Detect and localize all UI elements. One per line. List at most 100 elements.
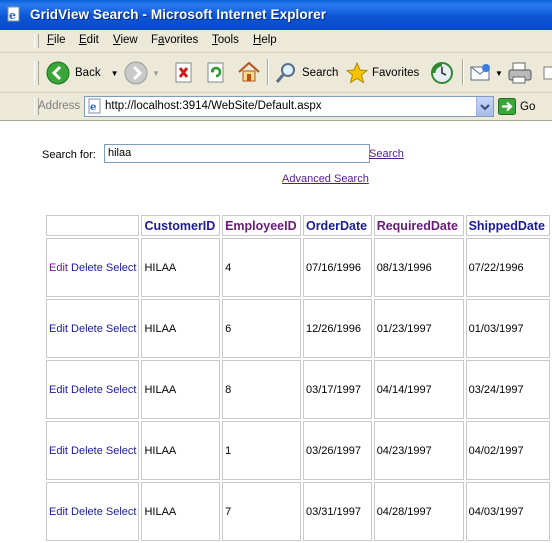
edit-link[interactable]: Edit <box>49 262 68 274</box>
edit-page-button[interactable] <box>543 65 552 81</box>
page-content: Search for: hilaa Search Advanced Search… <box>28 121 552 541</box>
refresh-button[interactable] <box>206 62 227 83</box>
chevron-down-icon <box>480 104 490 111</box>
ie-page-icon: e <box>88 98 101 114</box>
stop-button[interactable] <box>174 62 195 83</box>
employeeid-cell: 8 <box>222 360 301 419</box>
star-icon <box>345 61 369 84</box>
menu-tools[interactable]: Tools <box>212 34 239 46</box>
select-link[interactable]: Select <box>106 323 137 335</box>
menu-grip <box>34 34 39 48</box>
edit-link[interactable]: Edit <box>49 323 68 335</box>
magnifier-icon <box>275 63 295 83</box>
shippeddate-cell: 07/22/1996 <box>465 238 550 297</box>
search-input[interactable]: hilaa <box>104 144 370 163</box>
go-button[interactable]: Go <box>498 98 535 115</box>
orderdate-cell: 12/26/1996 <box>302 299 372 358</box>
delete-link[interactable]: Delete <box>71 262 103 274</box>
search-toolbar-button[interactable]: Search <box>274 61 338 85</box>
employeeid-cell: 7 <box>222 482 301 541</box>
back-arrow-icon <box>46 61 70 85</box>
employeeid-cell: 4 <box>222 238 301 297</box>
select-link[interactable]: Select <box>106 384 137 396</box>
shippeddate-cell: 04/03/1997 <box>465 482 550 541</box>
customerid-cell: HILAA <box>141 360 221 419</box>
select-link[interactable]: Select <box>106 262 137 274</box>
menu-favorites[interactable]: Favorites <box>151 34 198 46</box>
orderdate-cell: 07/16/1996 <box>302 238 372 297</box>
column-header-employeeid[interactable]: EmployeeID <box>222 215 301 236</box>
column-header-customerid[interactable]: CustomerID <box>141 215 221 236</box>
edit-icon <box>543 66 552 80</box>
table-row: Edit Delete Select HILAA 8 03/17/1997 04… <box>46 360 550 419</box>
home-button[interactable] <box>237 60 261 84</box>
delete-link[interactable]: Delete <box>71 445 103 457</box>
title-bar[interactable]: e GridView Search - Microsoft Internet E… <box>0 0 552 30</box>
edit-link[interactable]: Edit <box>49 445 68 457</box>
forward-button[interactable]: ▼ <box>124 61 160 85</box>
forward-arrow-icon <box>124 61 148 85</box>
customerid-cell: HILAA <box>141 421 221 480</box>
orderdate-cell: 03/31/1997 <box>302 482 372 541</box>
orderdate-cell: 03/26/1997 <box>302 421 372 480</box>
stop-icon <box>175 62 192 83</box>
column-header-orderdate[interactable]: OrderDate <box>302 215 372 236</box>
shippeddate-cell: 01/03/1997 <box>465 299 550 358</box>
back-button[interactable]: Back ▼ <box>46 61 119 85</box>
delete-link[interactable]: Delete <box>71 323 103 335</box>
home-icon <box>238 61 260 82</box>
menu-file[interactable]: File <box>47 34 66 46</box>
table-row: Edit Delete Select HILAA 7 03/31/1997 04… <box>46 482 550 541</box>
menu-edit[interactable]: Edit <box>79 34 99 46</box>
toolbar-separator <box>267 59 269 85</box>
print-button[interactable] <box>507 61 533 85</box>
back-dropdown-icon[interactable]: ▼ <box>111 69 119 78</box>
history-icon <box>431 62 453 84</box>
mail-icon <box>470 64 490 81</box>
mail-button[interactable]: ▼ <box>469 62 503 84</box>
shippeddate-cell: 04/02/1997 <box>465 421 550 480</box>
column-header-shippeddate[interactable]: ShippedDate <box>465 215 550 236</box>
menu-view[interactable]: View <box>113 34 138 46</box>
requireddate-cell: 04/23/1997 <box>373 421 464 480</box>
address-input[interactable]: e http://localhost:3914/WebSite/Default.… <box>84 96 494 117</box>
shippeddate-cell: 03/24/1997 <box>465 360 550 419</box>
address-dropdown-button[interactable] <box>476 97 493 116</box>
edit-link[interactable]: Edit <box>49 384 68 396</box>
history-button[interactable] <box>430 61 454 85</box>
row-commands-cell: Edit Delete Select <box>46 421 140 480</box>
employeeid-cell: 1 <box>222 421 301 480</box>
refresh-icon <box>207 62 224 83</box>
ie-page-icon: e <box>7 6 20 22</box>
row-commands-cell: Edit Delete Select <box>46 482 140 541</box>
window-left-edge <box>0 121 28 539</box>
delete-link[interactable]: Delete <box>71 506 103 518</box>
requireddate-cell: 08/13/1996 <box>373 238 464 297</box>
customerid-cell: HILAA <box>141 482 221 541</box>
address-bar: Address e http://localhost:3914/WebSite/… <box>0 93 552 121</box>
customerid-cell: HILAA <box>141 238 221 297</box>
table-row: Edit Delete Select HILAA 4 07/16/1996 08… <box>46 238 550 297</box>
column-header-requireddate[interactable]: RequiredDate <box>373 215 464 236</box>
forward-dropdown-icon: ▼ <box>152 68 160 78</box>
go-arrow-icon <box>498 98 516 115</box>
grid-header-row: CustomerID EmployeeID OrderDate Required… <box>46 215 550 236</box>
select-link[interactable]: Select <box>106 506 137 518</box>
toolbar-grip <box>34 61 39 85</box>
toolbar: Back ▼ ▼ Search Favorites ▼ <box>0 53 552 93</box>
window-title: GridView Search - Microsoft Internet Exp… <box>30 7 327 22</box>
advanced-search-link[interactable]: Advanced Search <box>282 173 369 185</box>
requireddate-cell: 01/23/1997 <box>373 299 464 358</box>
address-url: http://localhost:3914/WebSite/Default.as… <box>105 100 322 112</box>
search-label: Search for: <box>42 149 96 161</box>
mail-dropdown-icon[interactable]: ▼ <box>495 69 503 78</box>
select-link[interactable]: Select <box>106 445 137 457</box>
delete-link[interactable]: Delete <box>71 384 103 396</box>
search-link[interactable]: Search <box>369 148 404 160</box>
menu-help[interactable]: Help <box>253 34 277 46</box>
favorites-toolbar-button[interactable]: Favorites <box>345 61 419 85</box>
menu-bar: File Edit View Favorites Tools Help <box>0 30 552 53</box>
printer-icon <box>508 62 532 84</box>
row-commands-cell: Edit Delete Select <box>46 238 140 297</box>
edit-link[interactable]: Edit <box>49 506 68 518</box>
